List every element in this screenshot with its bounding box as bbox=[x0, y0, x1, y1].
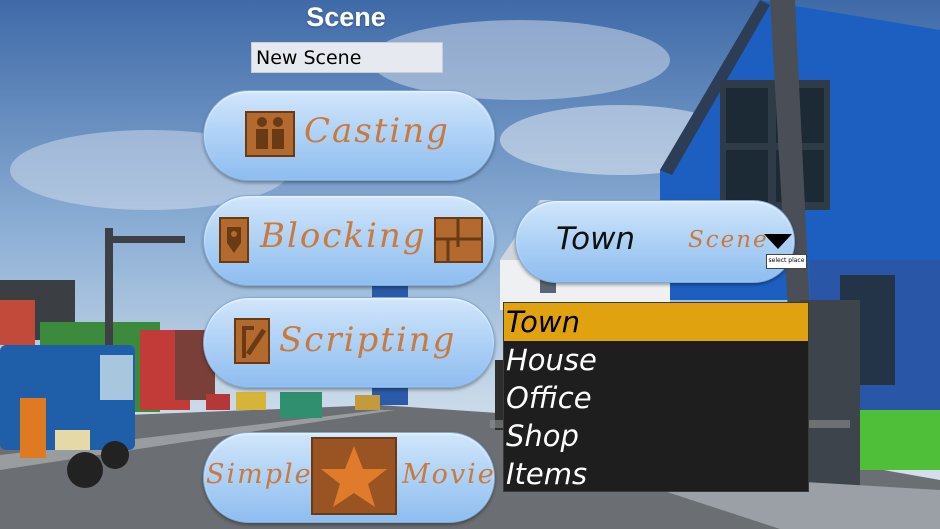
place-dropdown[interactable]: Town Scene bbox=[515, 200, 795, 283]
place-option-town[interactable]: Town bbox=[504, 303, 808, 341]
dropdown-arrow-icon[interactable] bbox=[764, 234, 792, 250]
scene-name-input[interactable]: New Scene bbox=[251, 42, 443, 73]
place-options-list: Town House Office Shop Items bbox=[503, 302, 809, 492]
place-option-shop[interactable]: Shop bbox=[504, 417, 808, 455]
casting-label: Casting bbox=[304, 111, 450, 151]
star-icon bbox=[311, 437, 397, 515]
floor-plan-icon bbox=[434, 217, 483, 263]
script-edit-icon bbox=[234, 318, 270, 364]
scene-title: Scene bbox=[306, 2, 386, 32]
scripting-button[interactable]: Scripting bbox=[203, 297, 495, 388]
map-pin-icon bbox=[219, 217, 249, 263]
selected-place-value: Town bbox=[556, 221, 636, 257]
casting-button[interactable]: Casting bbox=[203, 90, 495, 181]
blocking-button[interactable]: Blocking bbox=[203, 195, 495, 286]
simple-label: Simple bbox=[206, 459, 313, 490]
movie-label: Movie bbox=[402, 459, 496, 490]
casting-icon bbox=[245, 111, 295, 157]
simple-movie-button[interactable]: Simple Movie bbox=[203, 432, 495, 523]
place-option-office[interactable]: Office bbox=[504, 379, 808, 417]
place-option-items[interactable]: Items bbox=[504, 455, 808, 493]
select-place-tooltip: select place bbox=[766, 254, 807, 269]
scripting-label: Scripting bbox=[279, 320, 457, 360]
dropdown-caption: Scene bbox=[688, 227, 769, 253]
place-option-house[interactable]: House bbox=[504, 341, 808, 379]
blocking-label: Blocking bbox=[260, 216, 427, 256]
